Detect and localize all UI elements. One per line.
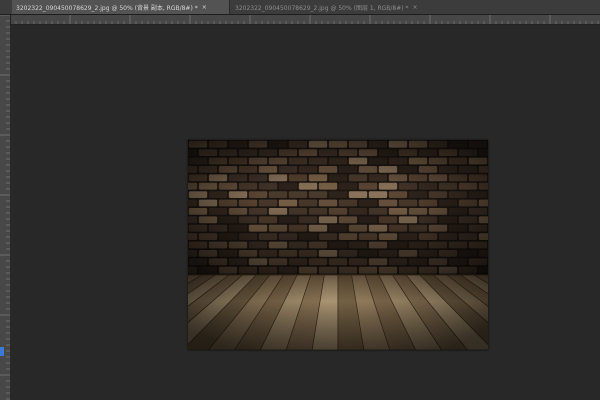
document-tab-bar: 3202322_090450078629_2.jpg @ 50% (背景 副本,… bbox=[0, 0, 600, 15]
close-icon[interactable]: × bbox=[202, 4, 207, 11]
horizontal-ruler[interactable] bbox=[10, 15, 600, 25]
close-icon[interactable]: × bbox=[413, 4, 418, 11]
document-tab-active[interactable]: 3202322_090450078629_2.jpg @ 50% (背景 副本,… bbox=[12, 0, 230, 14]
document-image[interactable] bbox=[188, 140, 488, 350]
tab-title: 3202322_090450078629_2.jpg @ 50% (背景 副本,… bbox=[16, 4, 198, 12]
tab-title: 3202322_090450078629_2.jpg @ 50% (图层 1, … bbox=[235, 4, 409, 12]
active-tool-indicator bbox=[0, 347, 4, 356]
document-tab-inactive[interactable]: 3202322_090450078629_2.jpg @ 50% (图层 1, … bbox=[231, 0, 441, 14]
